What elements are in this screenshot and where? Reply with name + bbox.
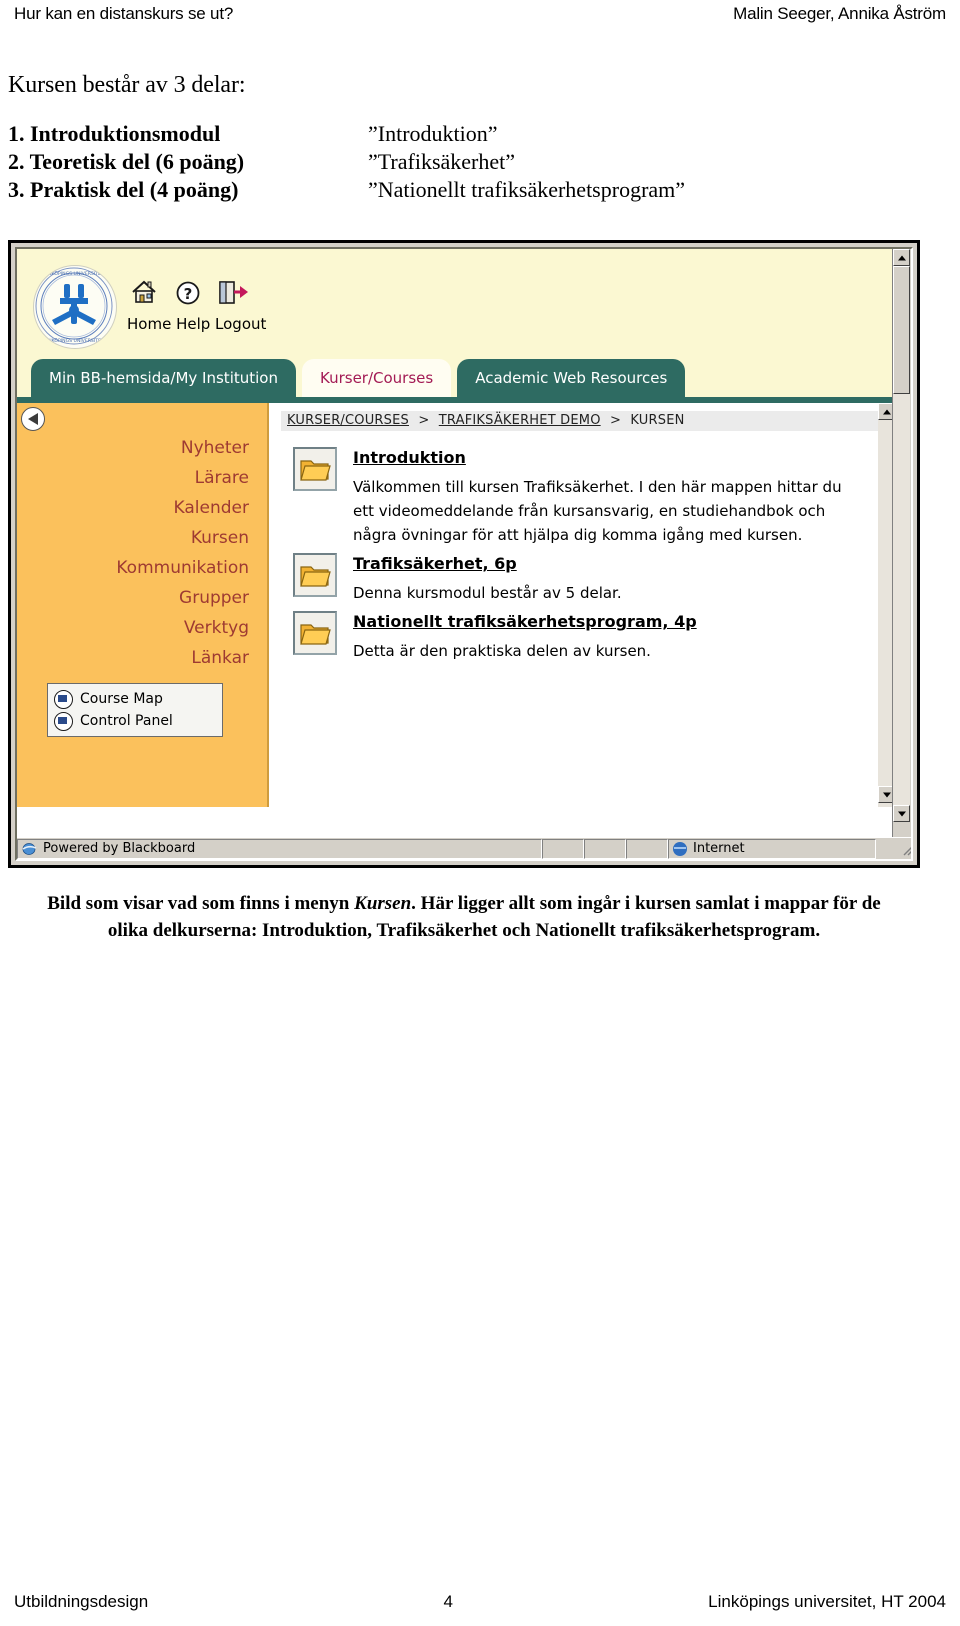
course-map-label: Course Map [80, 691, 163, 707]
svg-text:?: ? [184, 285, 193, 303]
help-icon[interactable]: ? [173, 277, 203, 307]
course-part-name: ”Trafiksäkerhet” [368, 149, 516, 174]
content-item: Nationellt trafiksäkerhetsprogram, 4p De… [293, 611, 895, 663]
sidebar-item-lankar[interactable]: Länkar [116, 643, 249, 673]
scroll-up-icon[interactable] [893, 249, 910, 266]
security-zone-label: Internet [693, 841, 745, 856]
scroll-down-icon[interactable] [893, 805, 910, 822]
blackboard-top-icons: ? [129, 277, 248, 307]
content-item-list: Introduktion Välkommen till kursen Trafi… [271, 447, 895, 663]
caption-emphasis-kursen: Kursen [354, 893, 412, 914]
sidebar-item-kommunikation[interactable]: Kommunikation [116, 553, 249, 583]
content-item: Introduktion Välkommen till kursen Trafi… [293, 447, 895, 547]
course-parts-list: 1. Introduktionsmodul ”Introduktion” 2. … [8, 121, 908, 205]
caption-line1-after: . Här ligger allt som ingår i kursen sam… [411, 893, 881, 914]
footer-right-label: Linköpings universitet, HT 2004 [708, 1592, 946, 1611]
breadcrumb-item-trafiksakerhet-demo[interactable]: TRAFIKSÄKERHET DEMO [439, 413, 601, 428]
status-pane-2 [584, 838, 626, 859]
content-item-text: Nationellt trafiksäkerhetsprogram, 4p De… [353, 611, 843, 663]
breadcrumb-item-kursen: KURSEN [630, 413, 685, 428]
header-title-left: Hur kan en distanskurs se ut? [14, 4, 234, 23]
home-icon[interactable] [129, 277, 159, 307]
globe-icon [673, 841, 687, 856]
course-part-row: 1. Introduktionsmodul ”Introduktion” [8, 121, 908, 149]
logout-icon[interactable] [217, 277, 248, 307]
page-scrollbar[interactable] [892, 249, 911, 839]
control-panel-icon [54, 711, 73, 731]
course-part-number: 2. Teoretisk del (6 poäng) [8, 149, 245, 174]
course-part-number: 3. Praktisk del (4 poäng) [8, 177, 239, 202]
content-item-description: Detta är den praktiska delen av kursen. [353, 642, 651, 660]
course-part-name: ”Nationellt trafiksäkerhetsprogram” [368, 177, 686, 202]
sidebar-item-grupper[interactable]: Grupper [116, 583, 249, 613]
content-item: Trafiksäkerhet, 6p Denna kursmodul bestå… [293, 553, 895, 605]
breadcrumb-separator: > [609, 413, 622, 428]
course-map-icon [54, 689, 73, 709]
caption-line2: olika delkurserna: Introduktion, Trafiks… [107, 920, 821, 941]
browser-viewport: LINKÖPINGS UNIVERSITET LINKÖPINGS UNIVER… [15, 247, 913, 861]
content-item-title-nationellt-trafiksakerhetsprogram[interactable]: Nationellt trafiksäkerhetsprogram, 4p [353, 612, 697, 631]
course-part-row: 3. Praktisk del (4 poäng) ”Nationellt tr… [8, 177, 908, 205]
content-item-description: Välkommen till kursen Trafiksäkerhet. I … [353, 478, 842, 544]
course-tools-panel: Course Map Control Panel [47, 683, 223, 737]
sidebar-item-nyheter[interactable]: Nyheter [116, 433, 249, 463]
content-item-description: Denna kursmodul består av 5 delar. [353, 584, 622, 602]
control-panel-button[interactable]: Control Panel [54, 710, 216, 732]
scroll-track[interactable] [893, 394, 910, 805]
sidebar-item-kursen[interactable]: Kursen [116, 523, 249, 553]
browser-status-bar: Powered by Blackboard Internet [17, 837, 911, 859]
folder-icon[interactable] [293, 553, 337, 597]
collapse-sidebar-icon[interactable] [21, 407, 45, 431]
caption-line1-before: Bild som visar vad som finns i menyn [47, 893, 355, 914]
browser-window-screenshot: LINKÖPINGS UNIVERSITET LINKÖPINGS UNIVER… [8, 240, 920, 868]
sidebar-item-kalender[interactable]: Kalender [116, 493, 249, 523]
header-authors-right: Malin Seeger, Annika Åström [733, 4, 946, 23]
footer-page-number: 4 [443, 1592, 453, 1611]
liu-university-logo-icon: LINKÖPINGS UNIVERSITET LINKÖPINGS UNIVER… [33, 265, 117, 349]
course-map-button[interactable]: Course Map [54, 688, 216, 710]
document-footer: Utbildningsdesign 4 Linköpings universit… [0, 1592, 960, 1612]
course-part-number: 1. Introduktionsmodul [8, 121, 221, 146]
document-header: Hur kan en distanskurs se ut? Malin Seeg… [0, 4, 960, 34]
status-pane-zone: Internet [668, 838, 876, 859]
content-item-title-introduktion[interactable]: Introduktion [353, 448, 466, 467]
top-icons-labels: Home Help Logout [127, 315, 267, 333]
course-content-area: KURSER/COURSES > TRAFIKSÄKERHET DEMO > K… [271, 403, 895, 807]
sidebar-item-larare[interactable]: Lärare [116, 463, 249, 493]
blackboard-tab-bar: Min BB-hemsida/My Institution Kurser/Cou… [31, 357, 691, 397]
folder-icon[interactable] [293, 611, 337, 655]
control-panel-label: Control Panel [80, 713, 173, 729]
sidebar-item-verktyg[interactable]: Verktyg [116, 613, 249, 643]
powered-by-blackboard-label: Powered by Blackboard [43, 841, 196, 856]
content-item-text: Introduktion Välkommen till kursen Trafi… [353, 447, 843, 547]
breadcrumb-item-kurser-courses[interactable]: KURSER/COURSES [287, 413, 409, 428]
course-part-name: ”Introduktion” [368, 121, 498, 146]
course-menu-sidebar: Nyheter Lärare Kalender Kursen Kommunika… [17, 403, 269, 807]
window-resize-grip[interactable] [899, 841, 911, 857]
content-item-title-trafiksakerhet[interactable]: Trafiksäkerhet, 6p [353, 554, 517, 573]
tab-academic-web-resources[interactable]: Academic Web Resources [457, 359, 686, 397]
blackboard-header: LINKÖPINGS UNIVERSITET LINKÖPINGS UNIVER… [17, 249, 895, 397]
intro-section: Kursen består av 3 delar: 1. Introduktio… [8, 72, 908, 205]
tab-kurser-courses[interactable]: Kurser/Courses [301, 359, 452, 397]
blackboard-body: Nyheter Lärare Kalender Kursen Kommunika… [17, 403, 895, 807]
intro-title: Kursen består av 3 delar: [8, 72, 246, 98]
content-item-text: Trafiksäkerhet, 6p Denna kursmodul bestå… [353, 553, 843, 605]
breadcrumb-separator: > [418, 413, 430, 428]
svg-text:LINKÖPINGS UNIVERSITET: LINKÖPINGS UNIVERSITET [44, 270, 104, 277]
breadcrumb: KURSER/COURSES > TRAFIKSÄKERHET DEMO > K… [281, 411, 883, 431]
footer-left-label: Utbildningsdesign [14, 1592, 149, 1611]
status-pane-1 [542, 838, 584, 859]
course-part-row: 2. Teoretisk del (6 poäng) ”Trafiksäkerh… [8, 149, 908, 177]
blackboard-page: LINKÖPINGS UNIVERSITET LINKÖPINGS UNIVER… [17, 249, 895, 839]
status-pane-3 [626, 838, 668, 859]
folder-icon[interactable] [293, 447, 337, 491]
tab-min-bb-hemsida[interactable]: Min BB-hemsida/My Institution [31, 359, 296, 397]
scroll-thumb[interactable] [893, 266, 910, 394]
internet-explorer-icon [22, 842, 37, 856]
figure-caption: Bild som visar vad som finns i menyn Kur… [14, 890, 914, 944]
svg-text:LINKÖPINGS UNIVERSITET: LINKÖPINGS UNIVERSITET [44, 337, 104, 344]
status-pane-powered-by: Powered by Blackboard [17, 838, 542, 859]
course-menu-list: Nyheter Lärare Kalender Kursen Kommunika… [116, 433, 249, 673]
